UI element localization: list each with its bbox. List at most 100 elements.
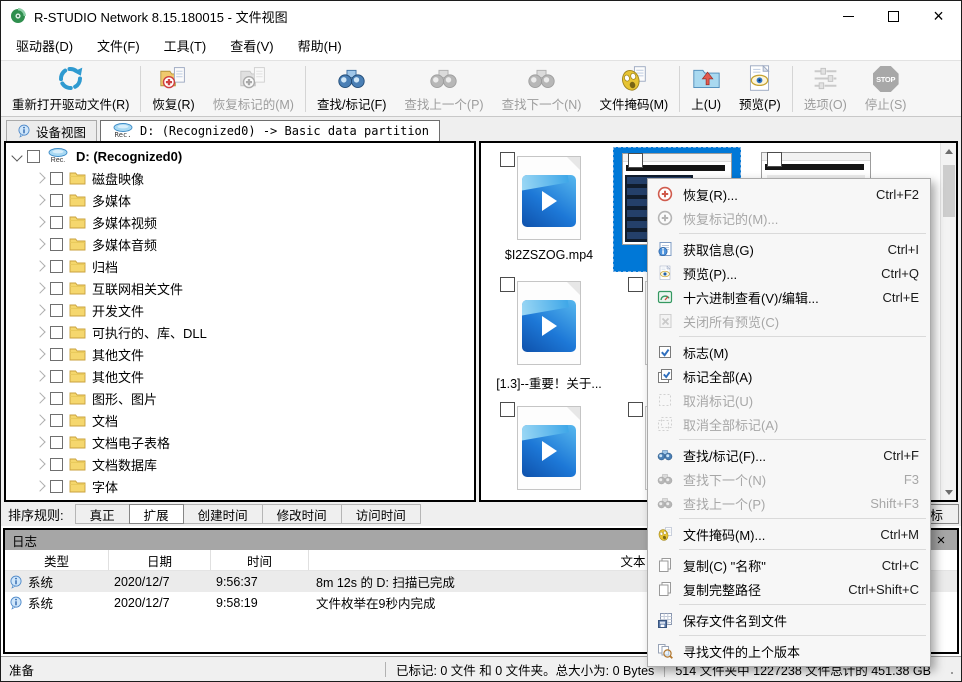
vertical-scrollbar[interactable] [940, 143, 956, 500]
tree-checkbox[interactable] [50, 370, 63, 383]
file-checkbox[interactable] [500, 402, 515, 417]
tree-item-documents[interactable]: 文档 [6, 409, 474, 431]
tree-item-multimedia-video[interactable]: 多媒体视频 [6, 211, 474, 233]
toolbar-recover-button[interactable]: 恢复(R) [143, 63, 203, 115]
sort-tab-extension[interactable]: 扩展 [129, 504, 184, 524]
chevron-right-icon[interactable] [34, 392, 45, 403]
menu-item-save-filenames[interactable]: 保存文件名到文件 [649, 608, 929, 632]
maximize-button[interactable] [871, 1, 916, 31]
sort-tab-accessed[interactable]: 访问时间 [341, 504, 421, 524]
menu-item-hex-view[interactable]: 十六进制查看(V)/编辑...Ctrl+E [649, 285, 929, 309]
tree-checkbox[interactable] [50, 348, 63, 361]
menu-item-find-previous-version[interactable]: 寻找文件的上个版本 [649, 639, 929, 663]
menu-drive[interactable]: 驱动器(D) [4, 31, 85, 60]
tree-item-other-files-1[interactable]: 其他文件 [6, 343, 474, 365]
chevron-right-icon[interactable] [34, 260, 45, 271]
file-checkbox[interactable] [500, 152, 515, 167]
log-col-type[interactable]: 类型 [5, 550, 109, 570]
file-checkbox[interactable] [628, 277, 643, 292]
sort-tab-real[interactable]: 真正 [75, 504, 130, 524]
tree-checkbox[interactable] [50, 392, 63, 405]
tree-checkbox[interactable] [50, 480, 63, 493]
minimize-button[interactable] [826, 1, 871, 31]
sort-tab-created[interactable]: 创建时间 [183, 504, 263, 524]
chevron-down-icon[interactable] [11, 150, 22, 161]
tree-root-checkbox[interactable] [27, 150, 40, 163]
chevron-right-icon[interactable] [34, 238, 45, 249]
menu-item-copy-name[interactable]: 复制(C) "名称"Ctrl+C [649, 553, 929, 577]
tree-checkbox[interactable] [50, 172, 63, 185]
log-col-time[interactable]: 时间 [211, 550, 309, 570]
tree-item-internet-files[interactable]: 互联网相关文件 [6, 277, 474, 299]
toolbar-file-mask-button[interactable]: 文件掩码(M) [590, 63, 677, 115]
tree-checkbox[interactable] [50, 260, 63, 273]
chevron-right-icon[interactable] [34, 480, 45, 491]
tree-item-archives[interactable]: 归档 [6, 255, 474, 277]
chevron-right-icon[interactable] [34, 304, 45, 315]
tree-item-multimedia[interactable]: 多媒体 [6, 189, 474, 211]
scrollbar-thumb[interactable] [943, 165, 955, 217]
chevron-right-icon[interactable] [34, 194, 45, 205]
tree-item-multimedia-audio[interactable]: 多媒体音频 [6, 233, 474, 255]
menu-item-file-mask[interactable]: 文件掩码(M)...Ctrl+M [649, 522, 929, 546]
tree-item-dev-files[interactable]: 开发文件 [6, 299, 474, 321]
chevron-right-icon[interactable] [34, 216, 45, 227]
menu-item-recover[interactable]: 恢复(R)...Ctrl+F2 [649, 182, 929, 206]
file-checkbox[interactable] [500, 277, 515, 292]
tree-item-other-files-2[interactable]: 其他文件 [6, 365, 474, 387]
tree-checkbox[interactable] [50, 238, 63, 251]
files-view-mode-tab-fragment[interactable]: 标 [928, 504, 959, 524]
chevron-right-icon[interactable] [34, 348, 45, 359]
file-item-video[interactable]: [1.3]--重要！关于... [485, 272, 613, 397]
tree-checkbox[interactable] [50, 458, 63, 471]
chevron-right-icon[interactable] [34, 282, 45, 293]
tree-checkbox[interactable] [50, 326, 63, 339]
menu-tools[interactable]: 工具(T) [152, 31, 219, 60]
menu-view[interactable]: 查看(V) [218, 31, 285, 60]
tree-root-drive[interactable]: Rec. D: (Recognized0) [6, 145, 474, 167]
menu-item-get-info[interactable]: 获取信息(G)Ctrl+I [649, 237, 929, 261]
tab-partition-view[interactable]: Rec. D: (Recognized0) -> Basic data part… [100, 120, 440, 141]
tree-item-disk-images[interactable]: 磁盘映像 [6, 167, 474, 189]
toolbar-find-mark-button[interactable]: 查找/标记(F) [308, 63, 395, 115]
menu-item-find-mark[interactable]: 查找/标记(F)...Ctrl+F [649, 443, 929, 467]
tree-item-databases[interactable]: 文档数据库 [6, 453, 474, 475]
tree-item-spreadsheets[interactable]: 文档电子表格 [6, 431, 474, 453]
tree-checkbox[interactable] [50, 194, 63, 207]
resize-grip[interactable] [943, 664, 953, 674]
toolbar-reopen-drive-button[interactable]: 重新打开驱动文件(R) [3, 63, 138, 115]
toolbar-up-button[interactable]: 上(U) [682, 63, 730, 115]
tree-item-executables[interactable]: 可执行的、库、DLL [6, 321, 474, 343]
menu-help[interactable]: 帮助(H) [286, 31, 354, 60]
chevron-right-icon[interactable] [34, 370, 45, 381]
sort-tab-modified[interactable]: 修改时间 [262, 504, 342, 524]
chevron-right-icon[interactable] [34, 458, 45, 469]
menu-item-mark-all[interactable]: 标记全部(A) [649, 364, 929, 388]
tree-checkbox[interactable] [50, 304, 63, 317]
log-col-date[interactable]: 日期 [109, 550, 211, 570]
menu-file[interactable]: 文件(F) [85, 31, 152, 60]
menu-item-mark[interactable]: 标志(M) [649, 340, 929, 364]
scroll-up-icon[interactable] [941, 143, 956, 159]
menu-item-copy-full-path[interactable]: 复制完整路径Ctrl+Shift+C [649, 577, 929, 601]
tree-checkbox[interactable] [50, 282, 63, 295]
close-button[interactable]: × [916, 1, 961, 31]
chevron-right-icon[interactable] [34, 172, 45, 183]
file-checkbox[interactable] [628, 153, 643, 168]
scroll-down-icon[interactable] [941, 484, 956, 500]
file-item-video[interactable]: $I2ZSZOG.mp4 [485, 147, 613, 272]
log-close-icon[interactable]: × [932, 533, 950, 548]
tree-checkbox[interactable] [50, 216, 63, 229]
tree-checkbox[interactable] [50, 436, 63, 449]
menu-item-preview[interactable]: 预览(P)...Ctrl+Q [649, 261, 929, 285]
chevron-right-icon[interactable] [34, 326, 45, 337]
scrollbar-track[interactable] [941, 159, 956, 484]
chevron-right-icon[interactable] [34, 414, 45, 425]
tree-item-graphics[interactable]: 图形、图片 [6, 387, 474, 409]
chevron-right-icon[interactable] [34, 436, 45, 447]
file-item-video[interactable]: [2.3]--掌握CE挖掘... [485, 397, 613, 500]
file-checkbox[interactable] [767, 152, 782, 167]
toolbar-preview-button[interactable]: 预览(P) [730, 63, 790, 115]
tab-device-view[interactable]: 设备视图 [6, 120, 97, 141]
file-checkbox[interactable] [628, 402, 643, 417]
